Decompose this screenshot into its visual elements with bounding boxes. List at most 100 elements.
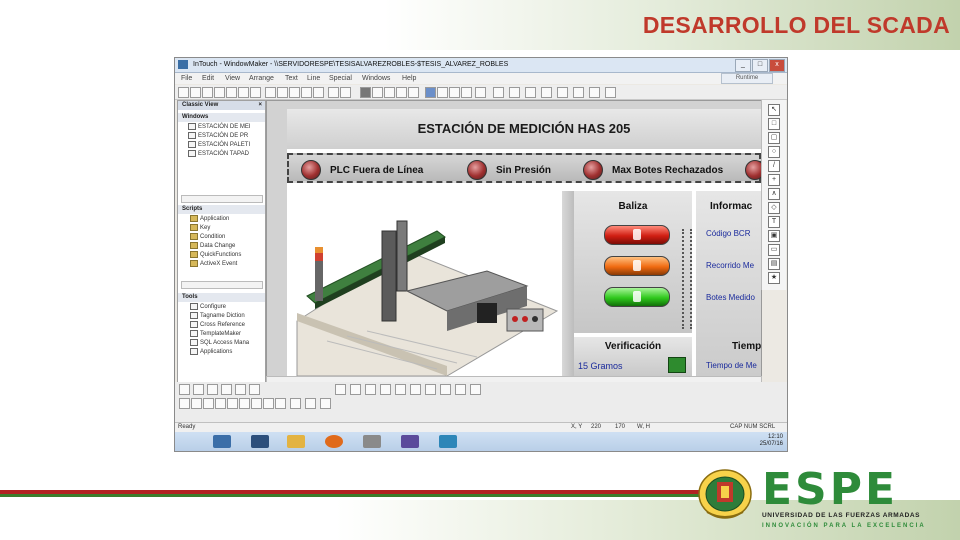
tool-icon[interactable] bbox=[425, 384, 436, 395]
tool-icon[interactable] bbox=[410, 384, 421, 395]
tree-script-item[interactable]: Key bbox=[190, 224, 210, 232]
open-icon[interactable] bbox=[190, 87, 201, 98]
scripts-scrollbar[interactable] bbox=[181, 281, 263, 289]
tree-script-item[interactable]: Data Change bbox=[190, 242, 235, 250]
line-style-icon[interactable] bbox=[475, 87, 486, 98]
grid-icon[interactable] bbox=[605, 87, 616, 98]
server-manager-icon[interactable] bbox=[213, 435, 231, 448]
tool-icon[interactable] bbox=[455, 384, 466, 395]
file-explorer-icon[interactable] bbox=[287, 435, 305, 448]
tool-icon[interactable] bbox=[290, 398, 301, 409]
tool-icon[interactable] bbox=[380, 384, 391, 395]
wizard-icon[interactable]: ★ bbox=[768, 272, 780, 284]
tool-icon[interactable] bbox=[470, 384, 481, 395]
menu-text[interactable]: Text bbox=[285, 75, 298, 82]
tool-icon[interactable] bbox=[440, 384, 451, 395]
menu-file[interactable]: File bbox=[181, 75, 192, 82]
close-window-icon[interactable] bbox=[226, 87, 237, 98]
line-icon[interactable]: / bbox=[768, 160, 780, 172]
tool-icon[interactable] bbox=[215, 398, 226, 409]
scripts-section-header[interactable]: Scripts bbox=[178, 205, 265, 214]
minimize-button[interactable]: _ bbox=[735, 59, 751, 72]
view-toggle-icon[interactable] bbox=[207, 384, 218, 395]
windows-section-header[interactable]: Windows bbox=[178, 113, 265, 122]
text-tool-icon[interactable]: T bbox=[768, 216, 780, 228]
view-toggle-icon[interactable] bbox=[249, 384, 260, 395]
menu-edit[interactable]: Edit bbox=[202, 75, 214, 82]
line-color-icon[interactable] bbox=[461, 87, 472, 98]
align-top-icon[interactable] bbox=[396, 87, 407, 98]
view-toggle-icon[interactable] bbox=[235, 384, 246, 395]
align-left-icon[interactable] bbox=[360, 87, 371, 98]
tree-window-item[interactable]: ESTACIÓN DE PR bbox=[188, 132, 248, 140]
duplicate-icon[interactable] bbox=[328, 87, 339, 98]
select-arrow-icon[interactable]: ↖ bbox=[768, 104, 780, 116]
rounded-rectangle-icon[interactable]: ▢ bbox=[768, 132, 780, 144]
powershell-icon[interactable] bbox=[251, 435, 269, 448]
runtime-button[interactable]: Runtime bbox=[721, 73, 773, 84]
tool-icon[interactable] bbox=[320, 398, 331, 409]
green-beacon-lamp[interactable] bbox=[604, 287, 670, 307]
menu-line[interactable]: Line bbox=[307, 75, 320, 82]
tool-icon[interactable] bbox=[305, 398, 316, 409]
maximize-button[interactable]: □ bbox=[752, 59, 768, 72]
undo-icon[interactable] bbox=[301, 87, 312, 98]
bold-icon[interactable] bbox=[437, 87, 448, 98]
redo-icon[interactable] bbox=[313, 87, 324, 98]
tool-icon[interactable] bbox=[335, 384, 346, 395]
panel-close-icon[interactable]: × bbox=[258, 101, 262, 110]
tree-tool-item[interactable]: Configure bbox=[190, 303, 226, 311]
close-button[interactable]: x bbox=[769, 59, 785, 72]
tree-tool-item[interactable]: Applications bbox=[190, 348, 232, 356]
fill-color-icon[interactable] bbox=[449, 87, 460, 98]
highlight-icon[interactable] bbox=[509, 87, 520, 98]
tool-icon[interactable] bbox=[203, 398, 214, 409]
polygon-icon[interactable]: ◇ bbox=[768, 202, 780, 214]
design-canvas[interactable]: ESTACIÓN DE MEDICIÓN HAS 205 PLC Fuera d… bbox=[266, 100, 762, 377]
save-icon[interactable] bbox=[202, 87, 213, 98]
verificacion-button[interactable] bbox=[668, 357, 686, 373]
align-middle-icon[interactable] bbox=[408, 87, 419, 98]
new-icon[interactable] bbox=[178, 87, 189, 98]
tool-icon[interactable] bbox=[350, 384, 361, 395]
tool-icon[interactable] bbox=[191, 398, 202, 409]
tree-window-item[interactable]: ESTACIÓN TAPAD bbox=[188, 150, 249, 158]
tree-tool-item[interactable]: TemplateMaker bbox=[190, 330, 241, 338]
tree-script-item[interactable]: ActiveX Event bbox=[190, 260, 237, 268]
pen-icon[interactable] bbox=[493, 87, 504, 98]
alarm-extra[interactable] bbox=[745, 160, 761, 180]
tree-window-item[interactable]: ESTACIÓN PALETI bbox=[188, 141, 250, 149]
align-center-icon[interactable] bbox=[372, 87, 383, 98]
alarm-pressure[interactable]: Sin Presión bbox=[467, 160, 551, 180]
shadow-icon[interactable] bbox=[589, 87, 600, 98]
menu-special[interactable]: Special bbox=[329, 75, 352, 82]
tool-icon[interactable] bbox=[227, 398, 238, 409]
intouch-manager-icon[interactable] bbox=[363, 435, 381, 448]
tree-tool-item[interactable]: Tagname Diction bbox=[190, 312, 245, 320]
tool-icon[interactable] bbox=[239, 398, 250, 409]
orange-beacon-lamp[interactable] bbox=[604, 256, 670, 276]
tree-tool-item[interactable]: SQL Access Mana bbox=[190, 339, 249, 347]
menu-windows[interactable]: Windows bbox=[362, 75, 390, 82]
tree-script-item[interactable]: Application bbox=[190, 215, 229, 223]
tree-tool-item[interactable]: Cross Reference bbox=[190, 321, 245, 329]
tool-icon[interactable] bbox=[275, 398, 286, 409]
windows-scrollbar[interactable] bbox=[181, 195, 263, 203]
tools-section-header[interactable]: Tools bbox=[178, 293, 265, 302]
red-beacon-lamp[interactable] bbox=[604, 225, 670, 245]
cut-icon[interactable] bbox=[265, 87, 276, 98]
view-toggle-icon[interactable] bbox=[221, 384, 232, 395]
tree-script-item[interactable]: QuickFunctions bbox=[190, 251, 241, 259]
ellipse-icon[interactable]: ○ bbox=[768, 146, 780, 158]
alarm-plc[interactable]: PLC Fuera de Línea bbox=[301, 160, 423, 180]
menu-view[interactable]: View bbox=[225, 75, 240, 82]
copy-icon[interactable] bbox=[277, 87, 288, 98]
align-right-icon[interactable] bbox=[384, 87, 395, 98]
window-icon[interactable] bbox=[214, 87, 225, 98]
tool-icon[interactable] bbox=[365, 384, 376, 395]
tool-icon[interactable] bbox=[395, 384, 406, 395]
text-color-icon[interactable] bbox=[425, 87, 436, 98]
polyline-icon[interactable]: ∧ bbox=[768, 188, 780, 200]
tool-icon[interactable] bbox=[251, 398, 262, 409]
paste-icon[interactable] bbox=[289, 87, 300, 98]
